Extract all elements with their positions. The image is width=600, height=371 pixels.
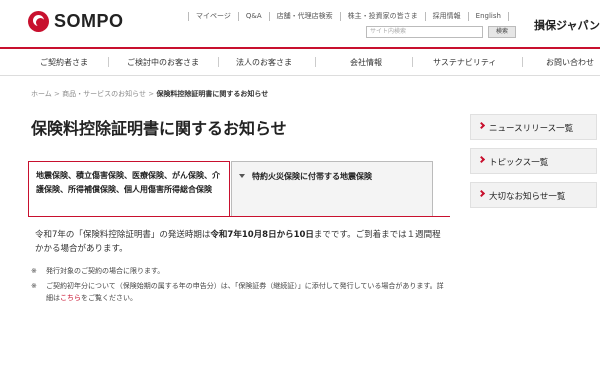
chevron-right-icon xyxy=(477,121,486,130)
logo-text: SOMPO xyxy=(54,11,124,31)
util-link-qa[interactable]: Q&A xyxy=(237,12,269,21)
nav-item-sustainability[interactable]: サステナビリティ xyxy=(433,57,496,68)
sidebar-link-label: 大切なお知らせ一覧 xyxy=(489,192,566,202)
sidebar-link-label: トピックス一覧 xyxy=(489,158,549,168)
nav-separator xyxy=(315,57,316,67)
tab-label: 特約火災保険に付帯する地震保険 xyxy=(252,172,372,181)
site-header: SOMPO マイページ Q&A 店舗・代理店検索 株主・投資家の皆さま 採用情報… xyxy=(0,0,600,47)
sidebar-link-topics[interactable]: トピックス一覧 xyxy=(470,148,597,174)
sompo-logo[interactable]: SOMPO xyxy=(28,11,124,32)
breadcrumb-separator: > xyxy=(148,90,155,98)
note-mark: ※ xyxy=(31,267,37,275)
nav-item-policyholders[interactable]: ご契約者さま xyxy=(40,57,88,68)
note-mark: ※ xyxy=(31,282,37,290)
util-link-english[interactable]: English xyxy=(467,12,509,21)
nav-item-prospects[interactable]: ご検討中のお客さま xyxy=(127,57,199,68)
breadcrumb: ホーム > 商品・サービスのお知らせ > 保険料控除証明書に関するお知らせ xyxy=(31,89,268,99)
site-search-input[interactable]: サイト内検索 xyxy=(366,26,483,38)
note-text-part: をご覧ください。 xyxy=(81,294,137,302)
tab-special-fire-earthquake[interactable]: 特約火災保険に付帯する地震保険 xyxy=(231,161,433,216)
breadcrumb-product-notices[interactable]: 商品・サービスのお知らせ xyxy=(62,90,146,98)
tab-label: 地震保険、積立傷害保険、医療保険、がん保険、介護保険、所得補償保険、個人用傷害所… xyxy=(36,171,220,194)
nav-separator xyxy=(412,57,413,67)
nav-separator xyxy=(218,57,219,67)
page-title: 保険料控除証明書に関するお知らせ xyxy=(31,119,287,138)
note-text: ご契約初年分について（保険始期の属する年の申告分）は、「保険証券（継続証）」に添… xyxy=(46,280,446,304)
util-link-store-search[interactable]: 店舗・代理店検索 xyxy=(268,12,340,21)
breadcrumb-home[interactable]: ホーム xyxy=(31,90,52,98)
sidebar-link-important-notices[interactable]: 大切なお知らせ一覧 xyxy=(470,182,597,208)
nav-item-corporate-customers[interactable]: 法人のお客さま xyxy=(236,57,292,68)
global-nav: ご契約者さま ご検討中のお客さま 法人のお客さま 会社情報 サステナビリティ お… xyxy=(0,49,600,76)
sidebar-link-label: ニュースリリース一覧 xyxy=(489,124,574,134)
notice-period-highlight: 令和7年10月8日から10日 xyxy=(210,230,314,240)
notice-text-part: 令和7年の「保険料控除証明書」の発送時期は xyxy=(35,230,211,240)
details-link[interactable]: こちら xyxy=(60,294,81,302)
logo-mark-icon xyxy=(28,11,49,32)
nav-item-contact[interactable]: お問い合わせ xyxy=(546,57,594,68)
note-text: 発行対象のご契約の場合に限ります。 xyxy=(46,267,165,275)
caret-down-icon xyxy=(239,174,245,178)
breadcrumb-separator: > xyxy=(54,90,60,98)
breadcrumb-current: 保険料控除証明書に関するお知らせ xyxy=(156,90,269,98)
tab-earthquake-and-others[interactable]: 地震保険、積立傷害保険、医療保険、がん保険、介護保険、所得補償保険、個人用傷害所… xyxy=(28,161,230,216)
util-link-investors[interactable]: 株主・投資家の皆さま xyxy=(339,12,425,21)
util-link-recruit[interactable]: 採用情報 xyxy=(424,12,468,21)
search-button[interactable]: 検索 xyxy=(488,26,516,38)
nav-item-company-info[interactable]: 会社情報 xyxy=(350,57,382,68)
utility-links: マイページ Q&A 店舗・代理店検索 株主・投資家の皆さま 採用情報 Engli… xyxy=(188,12,509,21)
chevron-right-icon xyxy=(477,155,486,164)
brand-name-jp[interactable]: 損保ジャパン xyxy=(534,17,600,33)
sidebar-link-news-releases[interactable]: ニュースリリース一覧 xyxy=(470,114,597,140)
nav-separator xyxy=(522,57,523,67)
tab-underline xyxy=(28,216,450,217)
chevron-right-icon xyxy=(477,189,486,198)
util-link-mypage[interactable]: マイページ xyxy=(188,12,238,21)
notice-text: 令和7年の「保険料控除証明書」の発送時期は令和7年10月8日から10日までです。… xyxy=(35,228,445,256)
nav-separator xyxy=(108,57,109,67)
